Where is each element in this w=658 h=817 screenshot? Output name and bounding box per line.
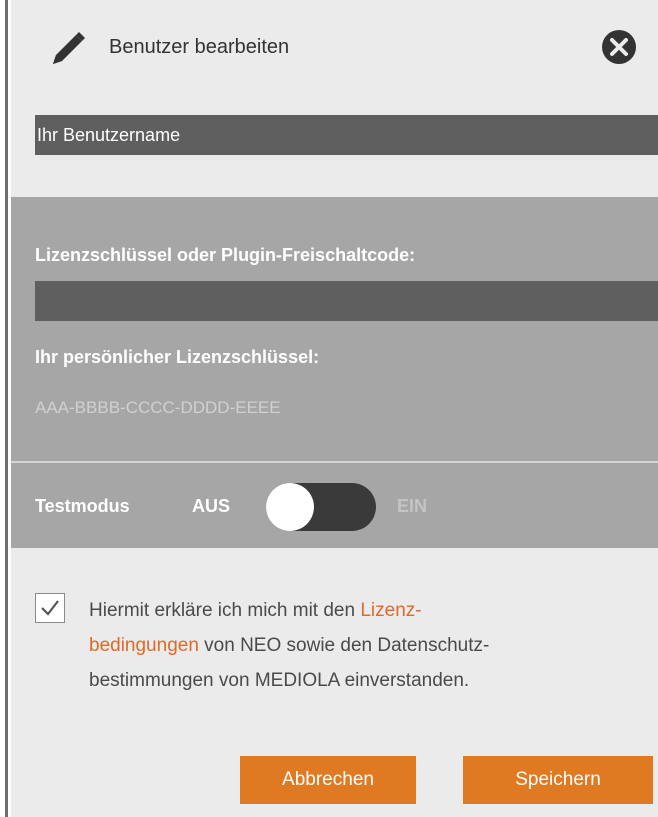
left-border [0, 0, 8, 817]
consent-text-mid: von NEO sowie den Datenschutz- [198, 635, 490, 656]
license-key-input[interactable] [35, 281, 658, 321]
personal-license-key: AAA-BBBB-CCCC-DDDD-EEEE [35, 398, 281, 417]
testmode-toggle[interactable] [266, 483, 376, 531]
testmode-on-label: EIN [397, 496, 428, 516]
personal-license-label: Ihr persönlicher Lizenzschlüssel: [35, 347, 320, 367]
license-section: Lizenzschlüssel oder Plugin-Freischaltco… [11, 197, 658, 463]
license-terms-link[interactable]: Lizenz- [360, 600, 421, 621]
checkmark-icon [41, 600, 59, 616]
cancel-button[interactable]: Abbrechen [240, 756, 416, 804]
license-key-label: Lizenzschlüssel oder Plugin-Freischaltco… [35, 245, 416, 265]
close-icon[interactable] [601, 29, 637, 65]
consent-text: Hiermit erkläre ich mich mit den Lizenz-… [89, 593, 629, 698]
license-terms-link-cont[interactable]: bedingungen [89, 635, 199, 656]
dialog-title: Benutzer bearbeiten [109, 36, 290, 58]
username-field[interactable] [35, 115, 658, 155]
testmode-off-label: AUS [192, 496, 231, 516]
consent-checkbox[interactable] [35, 593, 65, 623]
toggle-knob [266, 483, 314, 531]
consent-text-start: Hiermit erkläre ich mich mit den [89, 600, 361, 621]
edit-user-dialog: Benutzer bearbeiten Lizenzschlüssel oder… [11, 0, 658, 817]
save-button[interactable]: Speichern [463, 756, 653, 804]
testmode-label: Testmodus [35, 496, 130, 516]
consent-text-end: bestimmungen von MEDIOLA einverstanden. [89, 670, 470, 691]
testmode-row: Testmodus AUS EIN [11, 463, 658, 548]
pencil-icon [53, 32, 85, 64]
dialog-header: Benutzer bearbeiten [11, 16, 658, 76]
